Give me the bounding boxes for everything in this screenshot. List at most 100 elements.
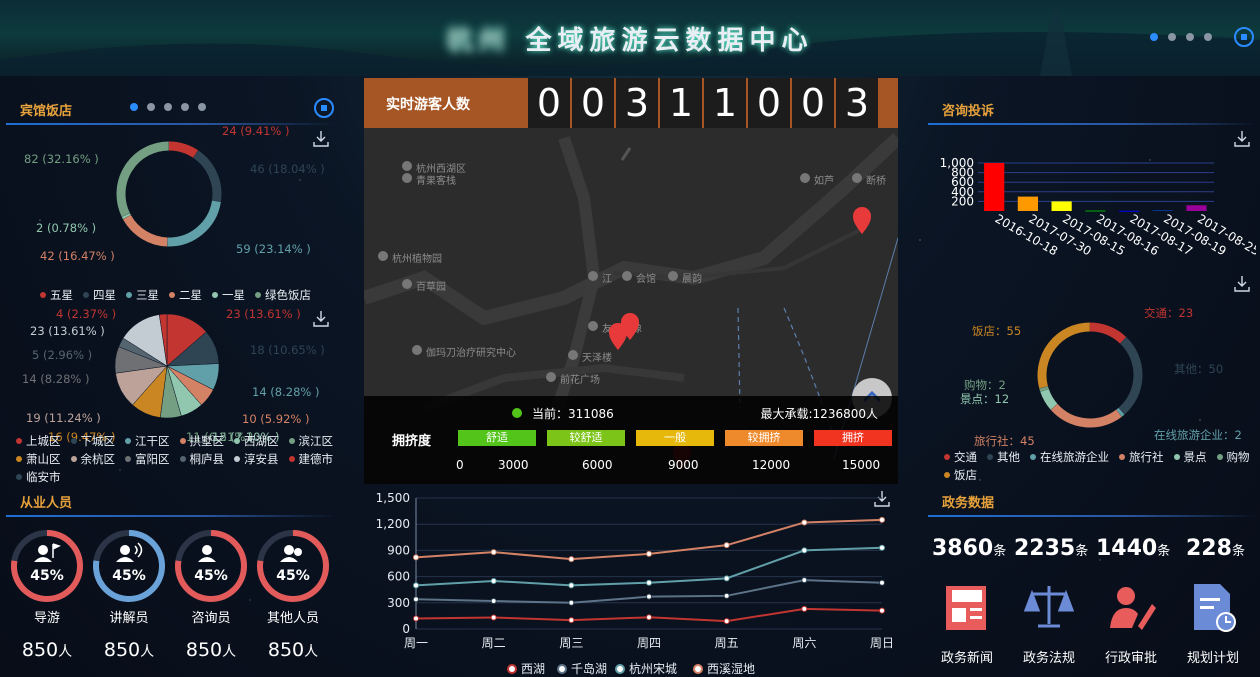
- star-ring-segment[interactable]: [168, 141, 199, 158]
- star-ring-segment[interactable]: [193, 150, 222, 202]
- series-point[interactable]: [723, 618, 730, 625]
- series-point[interactable]: [801, 519, 808, 526]
- legend-label[interactable]: 西溪湿地: [707, 661, 755, 676]
- header-dot-3[interactable]: [1186, 33, 1194, 41]
- hotel-dot-4[interactable]: [181, 103, 189, 111]
- download-icon[interactable]: [1234, 130, 1250, 148]
- series-point[interactable]: [568, 617, 575, 624]
- series-point[interactable]: [413, 582, 419, 589]
- header-dot-2[interactable]: [1168, 33, 1176, 41]
- star-ring-segment[interactable]: [121, 213, 131, 220]
- complaint-legend-item[interactable]: 景点: [1173, 449, 1207, 465]
- header-autoplay-stop-button[interactable]: [1234, 27, 1254, 47]
- complaint-ring-segment[interactable]: [1116, 407, 1125, 417]
- complaint-ring-segment[interactable]: [1050, 403, 1122, 428]
- header-dot-4[interactable]: [1204, 33, 1212, 41]
- complaint-ring-segment[interactable]: [1039, 386, 1049, 392]
- district-legend-item[interactable]: 下城区: [70, 433, 115, 449]
- complaint-legend-item[interactable]: 在线旅游企业: [1030, 449, 1109, 465]
- series-point[interactable]: [646, 593, 652, 600]
- star-ring-segment[interactable]: [167, 200, 221, 247]
- district-legend-item[interactable]: 建德市: [288, 451, 333, 467]
- series-point[interactable]: [723, 575, 730, 582]
- district-legend-item[interactable]: 西湖区: [234, 433, 279, 449]
- star-legend-item[interactable]: 二星: [169, 287, 202, 303]
- district-legend-item[interactable]: 富阳区: [125, 451, 170, 467]
- series-point[interactable]: [490, 614, 497, 621]
- hotel-dot-3[interactable]: [164, 103, 172, 111]
- district-legend-item[interactable]: 萧山区: [16, 451, 61, 467]
- bar[interactable]: [1051, 201, 1072, 211]
- district-legend-item[interactable]: 拱墅区: [179, 433, 224, 449]
- bar[interactable]: [1152, 210, 1173, 212]
- complaint-ring-segment[interactable]: [1037, 322, 1090, 389]
- series-point[interactable]: [801, 605, 808, 612]
- star-legend-item[interactable]: 五星: [40, 287, 73, 303]
- complaint-legend-item[interactable]: 旅行社: [1119, 449, 1164, 465]
- district-legend-item[interactable]: 桐庐县: [179, 451, 224, 467]
- header-dot-1[interactable]: [1150, 33, 1158, 41]
- scenic-map[interactable]: 实时游客人数 00311003 杭州西湖区 青果客栈 杭州植物园 百草园 伽玛刀治疗研究…: [364, 78, 898, 484]
- scale-icon[interactable]: [1022, 580, 1076, 634]
- district-legend-item[interactable]: 淳安县: [234, 451, 279, 467]
- hotel-autoplay-stop-button[interactable]: [314, 98, 334, 118]
- series-point[interactable]: [568, 556, 575, 563]
- complaint-ring-segment[interactable]: [1089, 322, 1127, 344]
- star-legend-item[interactable]: 一星: [212, 287, 245, 303]
- complaint-ring-segment[interactable]: [1118, 337, 1143, 415]
- star-legend-item[interactable]: 三星: [126, 287, 159, 303]
- bar[interactable]: [984, 163, 1005, 211]
- news-icon[interactable]: [940, 580, 994, 634]
- bar[interactable]: [1186, 205, 1207, 211]
- hotel-dot-5[interactable]: [198, 103, 206, 111]
- complaint-ring-segment[interactable]: [1040, 388, 1058, 410]
- series-point[interactable]: [801, 547, 808, 554]
- district-legend-item[interactable]: 江干区: [125, 433, 170, 449]
- legend-label[interactable]: 杭州宋城: [629, 661, 677, 676]
- complaint-legend-item[interactable]: 交通: [944, 449, 977, 465]
- district-legend-item[interactable]: 上城区: [16, 433, 61, 449]
- series-point[interactable]: [413, 554, 419, 561]
- series-point[interactable]: [490, 577, 497, 584]
- series-point[interactable]: [723, 592, 730, 599]
- series-point[interactable]: [490, 598, 497, 605]
- hotel-dot-2[interactable]: [147, 103, 155, 111]
- star-legend-item[interactable]: 四星: [83, 287, 116, 303]
- legend-label[interactable]: 千岛湖: [571, 661, 607, 676]
- district-legend-item[interactable]: 滨江区: [288, 433, 333, 449]
- gov-label[interactable]: 政务法规: [1009, 647, 1089, 666]
- series-point[interactable]: [568, 599, 575, 606]
- gov-label[interactable]: 行政审批: [1091, 647, 1171, 666]
- speaker-icon: [116, 542, 143, 562]
- gov-label[interactable]: 规划计划: [1173, 647, 1253, 666]
- series-point[interactable]: [879, 607, 885, 614]
- series-point[interactable]: [646, 579, 652, 586]
- plan-icon[interactable]: [1186, 580, 1240, 634]
- star-ring-segment[interactable]: [123, 214, 168, 247]
- series-point[interactable]: [413, 615, 419, 622]
- series-point[interactable]: [879, 579, 885, 586]
- legend-label[interactable]: 西湖: [521, 661, 545, 676]
- series-point[interactable]: [490, 549, 497, 556]
- series-point[interactable]: [723, 542, 730, 549]
- series-point[interactable]: [568, 582, 575, 589]
- series-point[interactable]: [646, 550, 652, 557]
- bar[interactable]: [1017, 196, 1039, 211]
- complaint-legend-item[interactable]: 其他: [987, 449, 1020, 465]
- complaint-legend-item[interactable]: 饭店: [944, 467, 977, 483]
- series-point[interactable]: [879, 544, 885, 551]
- district-legend-item[interactable]: 余杭区: [70, 451, 115, 467]
- district-legend-item[interactable]: 临安市: [16, 469, 61, 485]
- series-point[interactable]: [801, 577, 808, 584]
- series-point[interactable]: [413, 596, 419, 603]
- series-point[interactable]: [879, 516, 885, 523]
- gov-label[interactable]: 政务新闻: [927, 647, 1007, 666]
- download-icon[interactable]: [1234, 275, 1250, 293]
- complaint-legend-item[interactable]: 购物: [1216, 449, 1250, 465]
- approval-icon[interactable]: [1104, 580, 1158, 634]
- star-legend-item[interactable]: 绿色饭店: [255, 287, 311, 303]
- series-point[interactable]: [646, 614, 652, 621]
- hotel-dot-1[interactable]: [130, 103, 138, 111]
- star-ring-segment[interactable]: [116, 141, 169, 217]
- map-pin-icon[interactable]: [853, 207, 871, 234]
